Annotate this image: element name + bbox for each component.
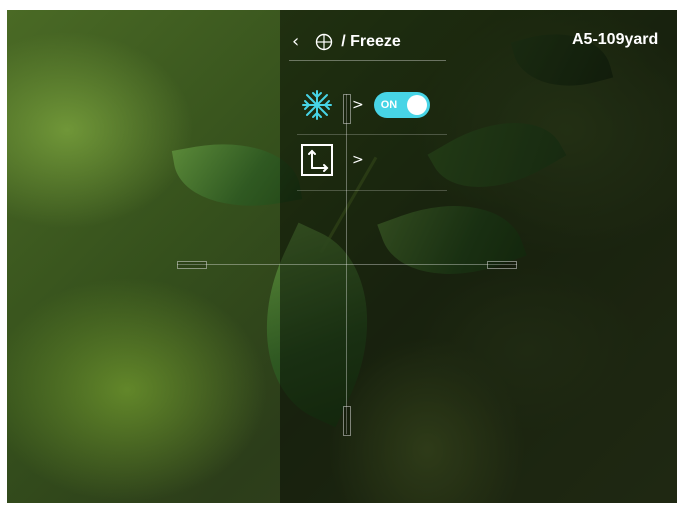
reticle-right-bar [487, 261, 517, 269]
toggle-knob [406, 95, 427, 115]
breadcrumb: / Freeze [341, 33, 401, 50]
reticle-horizontal-line [177, 264, 517, 265]
menu-item-freeze[interactable]: > ON [300, 85, 430, 125]
chevron-right-icon: > [352, 97, 364, 113]
header-divider [289, 60, 446, 61]
chevron-right-icon: > [352, 152, 364, 168]
snowflake-freeze-icon [302, 90, 332, 120]
reticle-bottom-bar [343, 406, 351, 436]
menu-item-mode[interactable]: > [300, 140, 374, 180]
crosshair-icon [316, 33, 333, 51]
camera-viewfinder: ‹ / Freeze A5-109yard > ON > [7, 10, 677, 503]
reticle-left-bar [177, 261, 207, 269]
chevron-left-icon[interactable]: ‹ [292, 33, 299, 51]
menu-panel-overlay [280, 10, 677, 503]
toggle-label: ON [380, 99, 398, 111]
status-label: A5-109yard [572, 31, 659, 48]
menu-header: ‹ / Freeze [292, 28, 401, 56]
freeze-toggle[interactable]: ON [373, 92, 430, 118]
corner-mode-icon [301, 144, 333, 176]
row-divider [297, 190, 447, 191]
row-divider [297, 134, 447, 135]
